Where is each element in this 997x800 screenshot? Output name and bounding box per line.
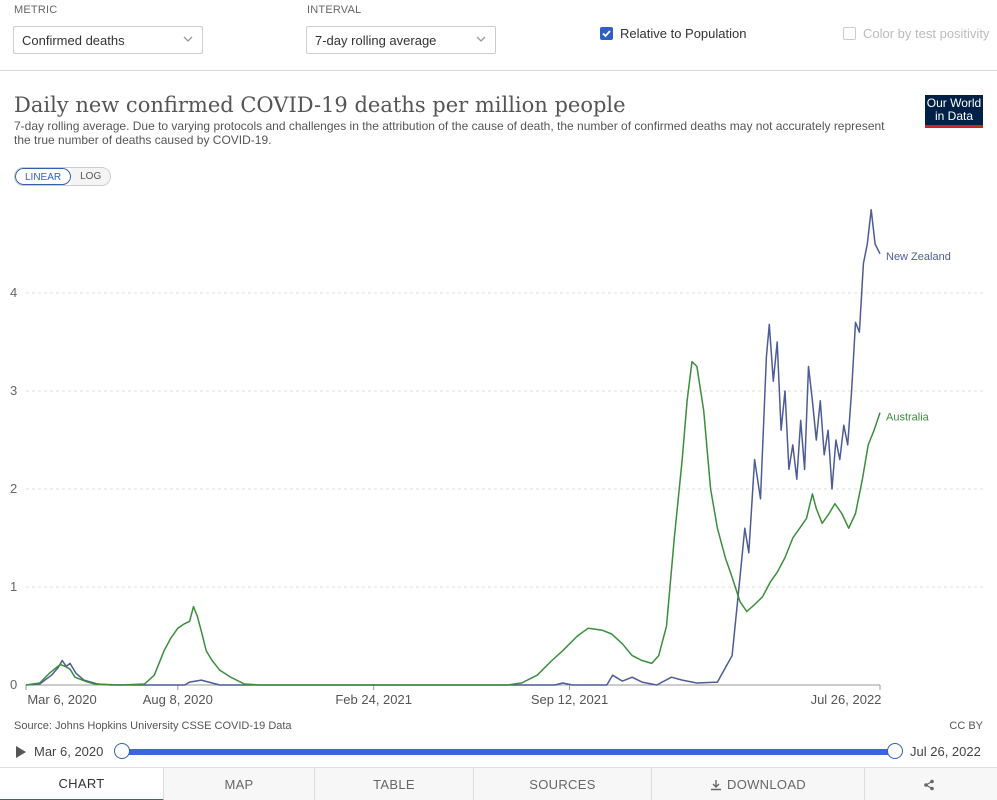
interval-select[interactable]: 7-day rolling average [306,26,496,54]
x-tick-label: Aug 8, 2020 [143,692,213,707]
test-positivity-toggle[interactable]: Color by test positivity [843,26,989,41]
timeline-slider: Mar 6, 2020 Jul 26, 2022 [0,740,997,766]
x-tick-label: Sep 12, 2021 [531,692,608,707]
interval-select-value: 7-day rolling average [315,33,437,48]
line-chart[interactable]: 0 1 2 3 4 Mar 6, 2020 Aug 8, 2020 Feb 24, 2021 S… [0,190,997,715]
tab-table[interactable]: TABLE [315,768,474,800]
controls-bar: METRIC Confirmed deaths INTERVAL 7-day r… [0,0,997,71]
test-positivity-label: Color by test positivity [863,26,990,41]
view-tabs: CHART MAP TABLE SOURCES DOWNLOAD [0,767,997,800]
scale-linear-button[interactable]: LINEAR [15,168,72,185]
chevron-down-icon [476,36,486,42]
checkbox-unchecked-icon[interactable] [843,27,856,40]
x-tick-label: Mar 6, 2020 [27,692,96,707]
tab-sources[interactable]: SOURCES [474,768,652,800]
timeline-end-label: Jul 26, 2022 [910,744,981,759]
play-icon[interactable] [15,745,27,759]
series-line [25,360,881,686]
chart-title: Daily new confirmed COVID-19 deaths per … [14,93,626,117]
series-label: Australia [886,412,930,424]
timeline-track[interactable] [121,749,895,755]
scale-log-button[interactable]: LOG [71,168,111,185]
timeline-end-handle[interactable] [887,743,903,759]
owid-logo[interactable]: Our World in Data [925,95,983,128]
y-tick-label: 0 [10,677,17,692]
license-link[interactable]: CC BY [949,720,983,732]
share-icon [923,779,934,790]
interval-label: INTERVAL [307,4,362,16]
relative-population-toggle[interactable]: Relative to Population [600,26,746,41]
x-tick-label: Jul 26, 2022 [811,692,882,707]
chevron-down-icon [183,36,193,42]
timeline-start-label: Mar 6, 2020 [34,744,104,759]
tab-table-label: TABLE [373,777,415,792]
y-tick-label: 1 [10,579,17,594]
checkbox-checked-icon[interactable] [600,27,613,40]
tab-download-label: DOWNLOAD [727,777,806,792]
timeline-start-handle[interactable] [114,743,130,759]
relative-population-label: Relative to Population [620,26,747,41]
scale-toggle: LINEAR LOG [14,167,112,186]
tab-sources-label: SOURCES [529,777,596,792]
y-tick-label: 4 [10,285,17,300]
tab-chart[interactable]: CHART [0,768,164,800]
metric-select-value: Confirmed deaths [22,33,125,48]
tab-chart-label: CHART [58,776,105,791]
tab-map-label: MAP [224,777,254,792]
source-note[interactable]: Source: Johns Hopkins University CSSE CO… [14,720,292,732]
x-tick-label: Feb 24, 2021 [335,692,412,707]
metric-label: METRIC [14,4,58,16]
logo-line-2: in Data [934,109,974,123]
metric-select[interactable]: Confirmed deaths [13,26,203,54]
series-label: New Zealand [886,251,951,263]
share-button[interactable] [865,768,997,800]
series-line [25,208,881,686]
tab-map[interactable]: MAP [164,768,315,800]
tab-download[interactable]: DOWNLOAD [652,768,865,800]
chart-subtitle: 7-day rolling average. Due to varying pr… [14,119,885,147]
y-tick-label: 2 [10,481,17,496]
download-icon [711,779,722,790]
y-tick-label: 3 [10,383,17,398]
